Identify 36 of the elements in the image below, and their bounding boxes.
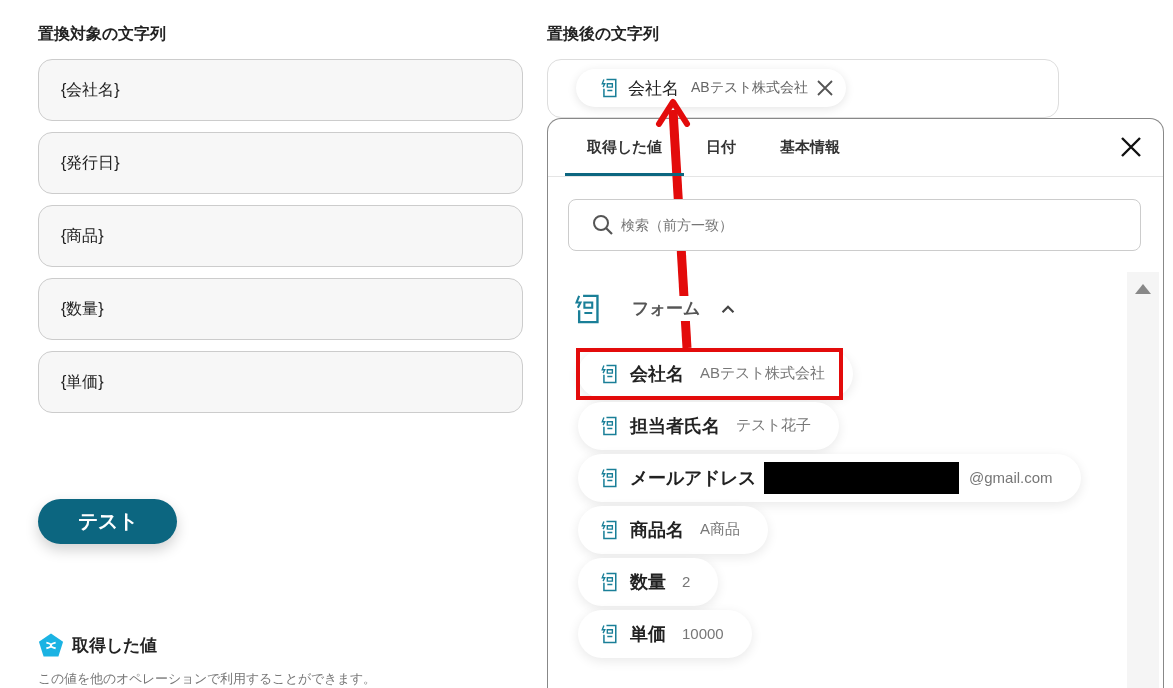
section-title: 取得した値 <box>72 634 157 657</box>
option-name: 単価 <box>630 622 666 646</box>
option-name: メールアドレス <box>630 466 756 490</box>
tab[interactable]: 日付 <box>684 118 758 176</box>
field-label: 置換後の文字列 <box>547 24 659 44</box>
option-name: 会社名 <box>630 362 684 386</box>
option-value: @gmail.com <box>969 469 1053 487</box>
option-name: 担当者氏名 <box>630 414 720 438</box>
value-option[interactable]: メールアドレス @gmail.com <box>578 453 1081 502</box>
option-value: 10000 <box>682 625 724 643</box>
option-value: テスト花子 <box>736 416 811 436</box>
option-value: A商品 <box>700 520 740 540</box>
value-option[interactable]: 単価 10000 <box>578 609 752 658</box>
chip-value: ABテスト株式会社 <box>691 79 808 98</box>
input-field[interactable]: {発行日} <box>38 132 523 194</box>
option-name: 数量 <box>630 570 666 594</box>
tab[interactable]: 取得した値 <box>565 118 684 176</box>
test-button[interactable]: テスト <box>38 499 177 544</box>
value-option[interactable]: 数量 2 <box>578 557 719 606</box>
tab[interactable]: 基本情報 <box>758 118 862 176</box>
option-name: 商品名 <box>630 518 684 542</box>
search-field[interactable]: 検索（前方一致） <box>568 198 1141 251</box>
option-value: ABテスト株式会社 <box>700 364 825 384</box>
option-value: 2 <box>682 573 691 591</box>
input-field[interactable]: {会社名} <box>38 59 523 121</box>
chip-name: 会社名 <box>628 77 679 100</box>
value-option[interactable]: 担当者氏名 テスト花子 <box>578 401 839 450</box>
input-field[interactable]: {商品} <box>38 205 523 267</box>
value-option[interactable]: 会社名 ABテスト株式会社 <box>578 349 853 398</box>
field-label: 置換対象の文字列 <box>38 24 166 44</box>
input-field[interactable]: {数量} <box>38 278 523 340</box>
input-field[interactable]: 会社名 ABテスト株式会社 <box>547 59 1059 118</box>
section-description: この値を他のオペレーションで利用することができます。 <box>38 670 377 688</box>
value-option[interactable]: 商品名 A商品 <box>578 505 768 554</box>
input-field[interactable]: {単価} <box>38 351 523 413</box>
value-chip[interactable]: 会社名 ABテスト株式会社 <box>576 69 846 108</box>
